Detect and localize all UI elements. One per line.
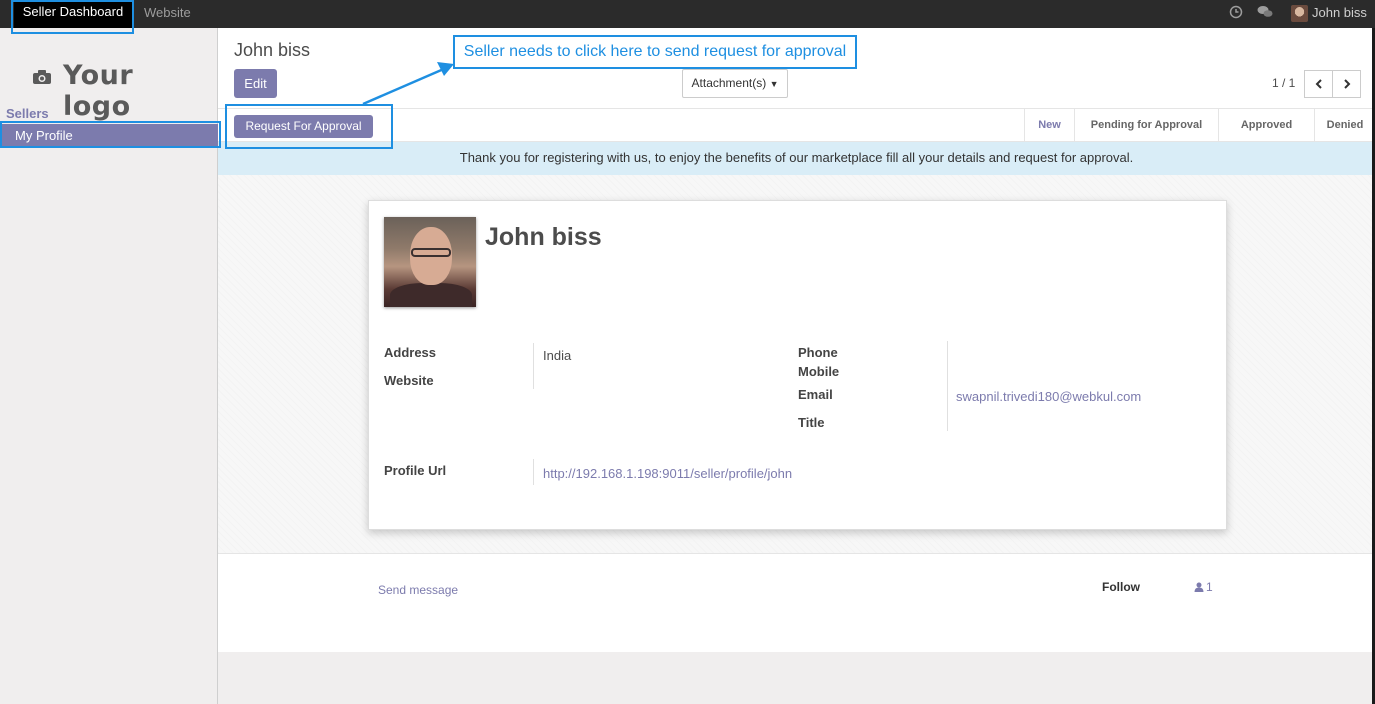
chevron-right-icon [1343,79,1350,89]
follow-button[interactable]: Follow [1102,580,1140,594]
top-navbar: Seller Dashboard Website John biss [0,0,1375,28]
email-label: Email [798,387,833,402]
field-divider [533,459,534,485]
phone-label: Phone [798,345,838,360]
photo-shirt [390,283,472,307]
field-divider [947,341,948,431]
profile-url-label: Profile Url [384,463,447,478]
title-label: Title [798,415,825,430]
menu-website[interactable]: Website [144,0,191,28]
send-message-link[interactable]: Send message [378,583,458,597]
sidebar-section-title: Sellers [6,106,49,121]
clock-icon[interactable] [1228,5,1244,21]
stage-denied[interactable]: Denied [1314,109,1375,141]
annotation-highlight-my-profile [0,121,221,148]
seller-name-heading: John biss [485,223,602,251]
annotation-highlight-request-button [225,104,393,149]
breadcrumb-title: John biss [234,40,311,60]
attachments-dropdown[interactable]: Attachment(s) ▼ [682,69,788,98]
camera-icon [33,70,51,84]
pager-next-button[interactable] [1332,70,1361,98]
stage-pending-for-approval[interactable]: Pending for Approval [1074,109,1218,141]
field-divider [533,343,534,389]
address-label: Address [384,345,437,360]
profile-photo[interactable] [384,217,476,307]
email-link[interactable]: swapnil.trivedi180@webkul.com [956,389,1141,404]
photo-glasses [411,248,451,257]
mobile-label: Mobile [798,364,840,379]
stage-new[interactable]: New [1024,109,1074,141]
form-sheet: John biss Address Website India Phone Mo… [368,200,1227,530]
chatter-panel: Send message Follow 1 [218,553,1375,652]
address-value: India [543,348,572,363]
user-icon [1194,582,1204,592]
form-view: John biss Address Website India Phone Mo… [218,175,1375,553]
attachments-label: Attachment(s) [691,76,767,90]
annotation-highlight-seller-dashboard [11,0,134,34]
user-menu-name[interactable]: John biss [1312,0,1367,26]
pager-value: 1 / 1 [1272,76,1296,90]
edit-button[interactable]: Edit [234,69,277,98]
profile-url-link[interactable]: http://192.168.1.198:9011/seller/profile… [543,466,792,481]
followers-count[interactable]: 1 [1206,580,1213,594]
pager-previous-button[interactable] [1304,70,1333,98]
chevron-left-icon [1315,79,1322,89]
caret-down-icon: ▼ [769,79,779,89]
annotation-callout: Seller needs to click here to send reque… [453,35,857,69]
website-label: Website [384,373,434,388]
user-avatar[interactable] [1291,5,1308,22]
page-background [218,652,1375,704]
chat-icon[interactable] [1257,5,1273,21]
logo-text: Your logo [63,60,134,122]
stage-approved[interactable]: Approved [1218,109,1314,141]
